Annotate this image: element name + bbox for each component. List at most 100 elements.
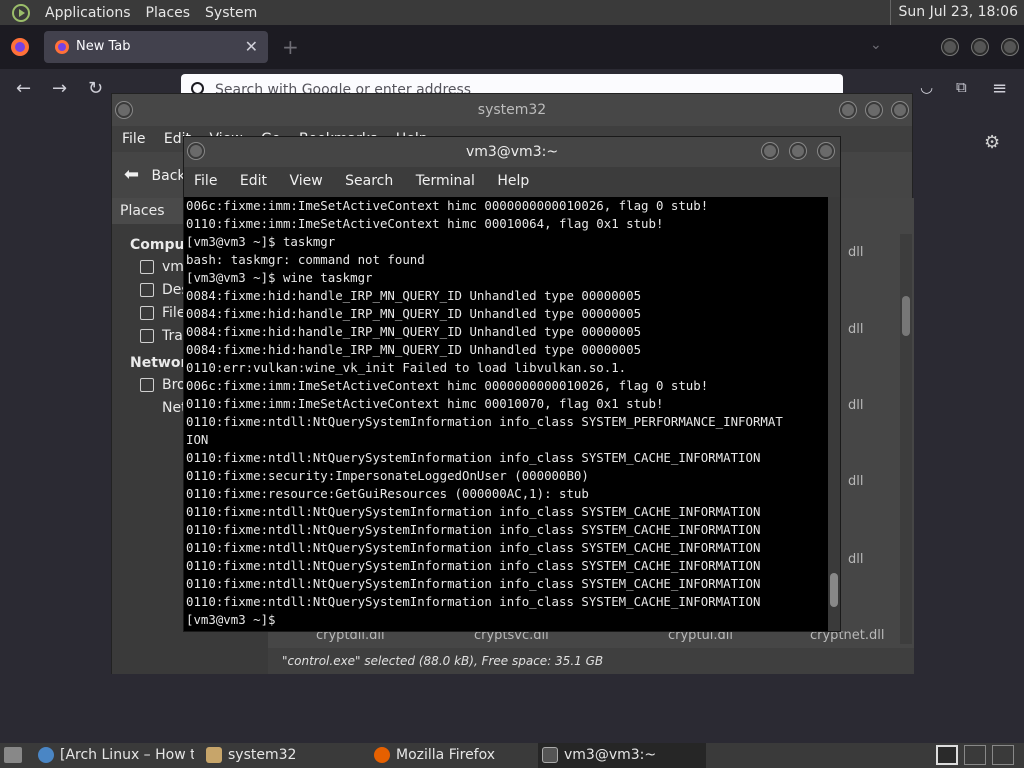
- terminal-line: [vm3@vm3 ~]$ taskmgr: [186, 234, 336, 249]
- terminal-line: 0110:err:vulkan:wine_vk_init Failed to l…: [186, 360, 627, 375]
- terminal-output[interactable]: 006c:fixme:imm:ImeSetActiveContext himc …: [184, 197, 828, 631]
- network-icon: [140, 378, 154, 392]
- task-label: vm3@vm3:~: [564, 747, 657, 763]
- applications-menu[interactable]: Applications: [45, 5, 131, 21]
- terminal-line: 0084:fixme:hid:handle_IRP_MN_QUERY_ID Un…: [186, 306, 642, 321]
- terminal-line: 006c:fixme:imm:ImeSetActiveContext himc …: [186, 198, 709, 213]
- menu-icon[interactable]: ≡: [992, 78, 1007, 99]
- menu-edit[interactable]: Edit: [240, 173, 267, 189]
- task-label: system32: [228, 747, 297, 763]
- task-browser[interactable]: [Arch Linux – How t...: [34, 743, 194, 768]
- terminal-line: 0110:fixme:ntdll:NtQuerySystemInformatio…: [186, 450, 761, 465]
- terminal-line: 0084:fixme:hid:handle_IRP_MN_QUERY_ID Un…: [186, 342, 642, 357]
- reload-icon[interactable]: ↻: [88, 78, 103, 99]
- workspace-switcher-2[interactable]: [964, 745, 986, 765]
- terminal-line: 0110:fixme:ntdll:NtQuerySystemInformatio…: [186, 522, 761, 537]
- terminal-line: 0110:fixme:resource:GetGuiResources (000…: [186, 486, 589, 501]
- menu-view[interactable]: View: [289, 173, 322, 189]
- firefox-icon[interactable]: [10, 37, 30, 57]
- gear-icon[interactable]: ⚙: [984, 132, 1000, 153]
- status-bar: "control.exe" selected (88.0 kB), Free s…: [268, 648, 914, 674]
- terminal-line: 0110:fixme:imm:ImeSetActiveContext himc …: [186, 396, 664, 411]
- terminal-line: 0110:fixme:imm:ImeSetActiveContext himc …: [186, 216, 664, 231]
- terminal-line: 0110:fixme:ntdll:NtQuerySystemInformatio…: [186, 540, 761, 555]
- terminal-line: ION: [186, 432, 209, 447]
- list-tabs-icon[interactable]: ⌄: [870, 37, 882, 53]
- task-file-manager[interactable]: system32: [202, 743, 362, 768]
- applications-icon[interactable]: [12, 3, 30, 22]
- trash-icon: [140, 329, 154, 343]
- menu-file[interactable]: File: [194, 173, 217, 189]
- close-button[interactable]: [1002, 39, 1018, 55]
- forward-arrow-icon[interactable]: →: [52, 78, 67, 99]
- terminal-titlebar[interactable]: vm3@vm3:~: [184, 137, 840, 167]
- terminal-line: 0110:fixme:ntdll:NtQuerySystemInformatio…: [186, 504, 761, 519]
- panel-menu: Applications Places System: [0, 0, 278, 25]
- tab-title: New Tab: [76, 39, 131, 54]
- taskbar: [Arch Linux – How t... system32 Mozilla …: [0, 743, 1024, 768]
- system-menu[interactable]: System: [205, 5, 257, 21]
- task-label: Mozilla Firefox: [396, 747, 496, 763]
- tab-new-tab[interactable]: New Tab ✕: [44, 31, 268, 63]
- menu-help[interactable]: Help: [497, 173, 529, 189]
- home-icon: [140, 260, 154, 274]
- file-item[interactable]: dll: [848, 245, 863, 260]
- places-menu[interactable]: Places: [146, 5, 191, 21]
- terminal-scrollbar[interactable]: [828, 197, 840, 631]
- show-desktop-icon[interactable]: [4, 747, 22, 763]
- workspace-switcher-3[interactable]: [992, 745, 1014, 765]
- file-manager-title: system32: [477, 102, 547, 118]
- back-arrow-icon: ⬅: [124, 164, 140, 185]
- minimize-button[interactable]: [840, 102, 856, 118]
- back-button[interactable]: ⬅ Back: [124, 164, 186, 185]
- back-label: Back: [151, 168, 186, 184]
- terminal-line: 0110:fixme:security:ImpersonateLoggedOnU…: [186, 468, 589, 483]
- minimize-button[interactable]: [942, 39, 958, 55]
- window-menu-button[interactable]: [188, 143, 204, 159]
- file-item[interactable]: dll: [848, 552, 863, 567]
- pocket-icon[interactable]: ◡: [920, 78, 933, 96]
- drive-icon: [140, 306, 154, 320]
- file-view-scrollbar[interactable]: [900, 234, 912, 644]
- window-menu-button[interactable]: [116, 102, 132, 118]
- terminal-menubar: File Edit View Search Terminal Help: [184, 167, 840, 195]
- minimize-button[interactable]: [762, 143, 778, 159]
- close-button[interactable]: [892, 102, 908, 118]
- menu-file[interactable]: File: [122, 131, 145, 147]
- desktop-icon: [140, 283, 154, 297]
- chromium-icon: [38, 747, 54, 763]
- task-terminal[interactable]: vm3@vm3:~: [538, 743, 706, 768]
- menu-terminal[interactable]: Terminal: [416, 173, 475, 189]
- file-item[interactable]: dll: [848, 474, 863, 489]
- clock[interactable]: Sun Jul 23, 18:06: [889, 0, 1018, 25]
- maximize-button[interactable]: [790, 143, 806, 159]
- terminal-icon: [542, 747, 558, 763]
- top-panel: Applications Places System Sun Jul 23, 1…: [0, 0, 1024, 25]
- firefox-icon: [374, 747, 390, 763]
- extensions-icon[interactable]: ⧉: [956, 78, 967, 96]
- file-item[interactable]: dll: [848, 322, 863, 337]
- new-tab-icon[interactable]: +: [282, 35, 299, 59]
- file-item[interactable]: dll: [848, 398, 863, 413]
- terminal-line: 0110:fixme:ntdll:NtQuerySystemInformatio…: [186, 576, 761, 591]
- close-tab-icon[interactable]: ✕: [245, 31, 258, 63]
- back-arrow-icon[interactable]: ←: [16, 78, 31, 99]
- terminal-line: 0084:fixme:hid:handle_IRP_MN_QUERY_ID Un…: [186, 324, 642, 339]
- terminal-line: 0110:fixme:ntdll:NtQuerySystemInformatio…: [186, 594, 761, 609]
- workspace-switcher[interactable]: [936, 745, 958, 765]
- scrollbar-thumb[interactable]: [830, 573, 838, 607]
- maximize-button[interactable]: [866, 102, 882, 118]
- close-button[interactable]: [818, 143, 834, 159]
- scrollbar-thumb[interactable]: [902, 296, 910, 336]
- terminal-line: [vm3@vm3 ~]$: [186, 612, 283, 627]
- terminal-line: bash: taskmgr: command not found: [186, 252, 425, 267]
- file-manager-titlebar[interactable]: system32: [112, 94, 912, 126]
- task-firefox[interactable]: Mozilla Firefox: [370, 743, 530, 768]
- terminal-line: 0110:fixme:ntdll:NtQuerySystemInformatio…: [186, 558, 761, 573]
- terminal-line: 0110:fixme:ntdll:NtQuerySystemInformatio…: [186, 414, 783, 429]
- folder-icon: [206, 747, 222, 763]
- terminal-window: vm3@vm3:~ File Edit View Search Terminal…: [183, 136, 841, 632]
- terminal-line: 006c:fixme:imm:ImeSetActiveContext himc …: [186, 378, 709, 393]
- maximize-button[interactable]: [972, 39, 988, 55]
- menu-search[interactable]: Search: [345, 173, 393, 189]
